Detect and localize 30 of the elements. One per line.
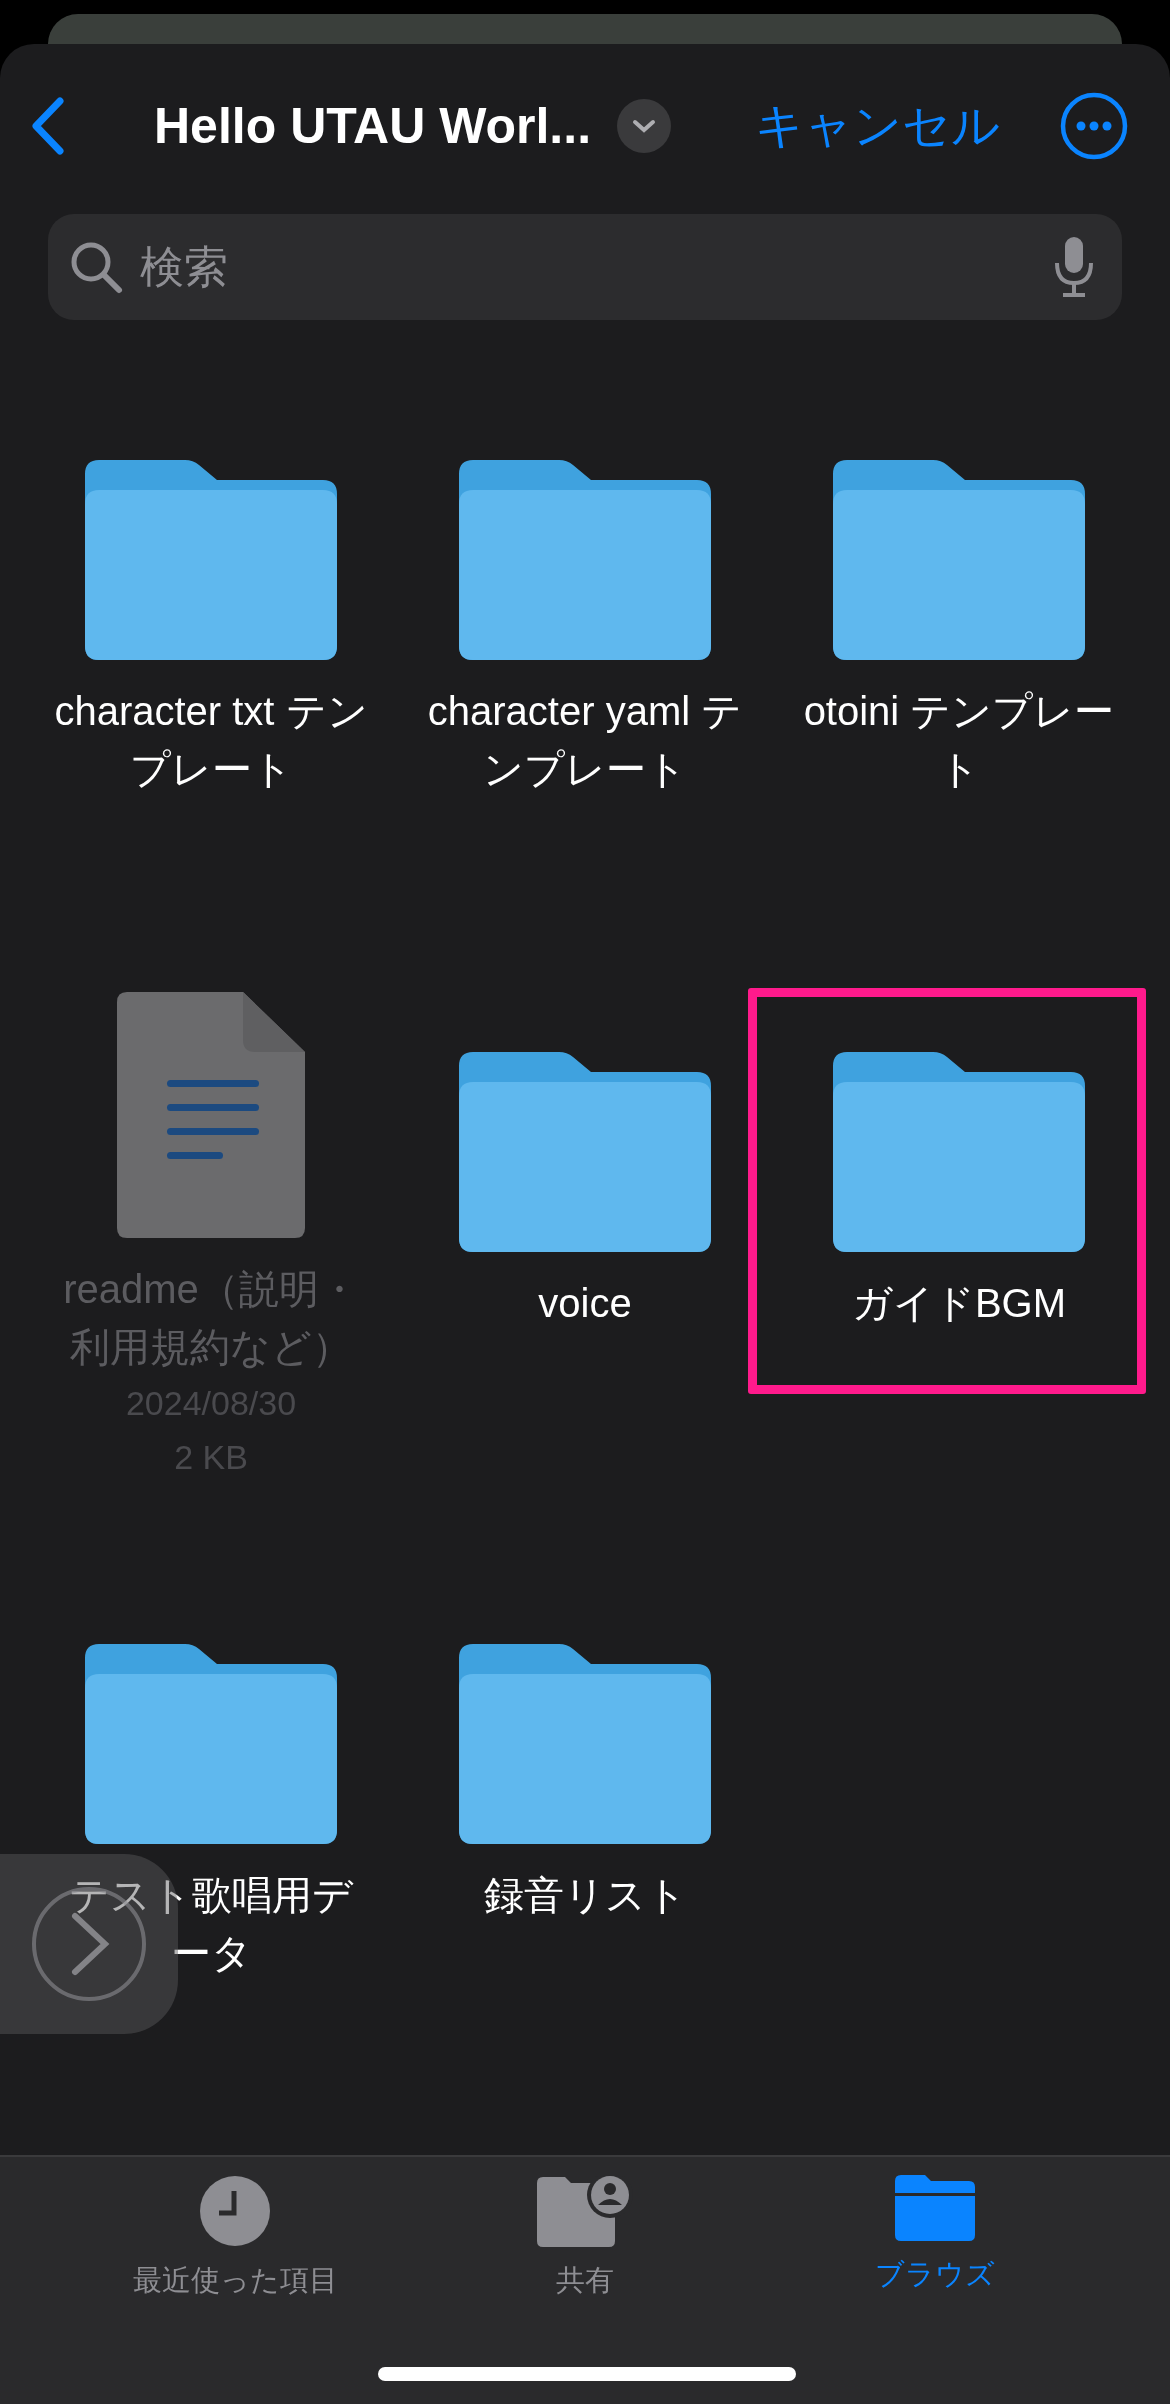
folder-icon [85,460,337,660]
more-icon [1060,92,1128,160]
tab-item[interactable]: ブラウズ [760,2175,1110,2301]
folder-icon [459,1644,711,1844]
folder-icon [85,1644,337,1844]
back-button[interactable] [30,97,64,155]
item-name[interactable]: voice [424,1274,746,1332]
cancel-button[interactable]: キャンセル [755,94,1000,158]
tab-item[interactable]: 最近使った項目 [60,2175,410,2301]
title-menu-button[interactable] [617,99,672,153]
item-name[interactable]: otoini テンプレート [798,682,1120,798]
search-field[interactable]: 検索 [48,214,1122,320]
item-name[interactable]: テスト歌唱用データ [50,1866,372,1982]
folder-icon [895,2175,975,2241]
item-name[interactable]: character txt テンプレート [50,682,372,798]
more-button[interactable] [1060,92,1128,160]
back-chevron-icon [30,97,64,155]
tab-item[interactable]: 共有 [410,2175,760,2301]
item-name[interactable]: character yaml テンプレート [424,682,746,798]
chevron-down-icon [632,119,657,133]
microphone-icon[interactable] [1054,237,1094,297]
item-name[interactable]: ガイドBGM [798,1274,1120,1332]
folder-icon [459,460,711,660]
clock-icon [199,2175,271,2247]
folder-icon [833,1052,1085,1252]
document-icon [117,992,305,1238]
folder-title: Hello UTAU Worl... [154,97,592,155]
folder-icon [833,460,1085,660]
folder-icon [459,1052,711,1252]
item-name[interactable]: 録音リスト [424,1866,746,1924]
